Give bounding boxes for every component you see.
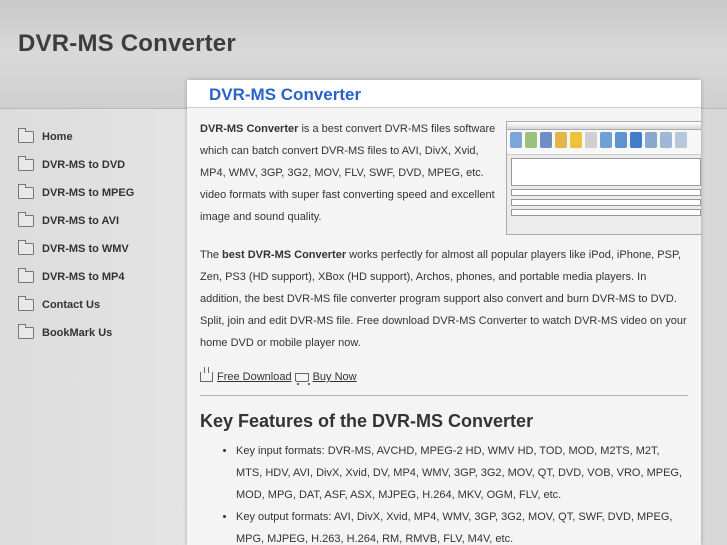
nav-item-bookmark-us[interactable]: BookMark Us <box>18 319 186 347</box>
nav-label: Home <box>42 131 73 143</box>
folder-icon <box>18 184 34 199</box>
content-heading: DVR-MS Converter <box>209 85 362 104</box>
toolbar-icon <box>510 132 522 148</box>
buy-now-link[interactable]: Buy Now <box>313 366 357 388</box>
toolbar-icon <box>615 132 627 148</box>
description-paragraph: The best DVR-MS Converter works perfectl… <box>200 244 688 354</box>
intro-bold: DVR-MS Converter <box>200 123 299 135</box>
screenshot-titlebar <box>507 122 701 130</box>
features-list: Key input formats: DVR-MS, AVCHD, MPEG-2… <box>200 440 688 545</box>
screenshot-field <box>511 209 701 216</box>
content-header: DVR-MS Converter <box>187 80 701 108</box>
divider <box>200 395 688 396</box>
nav-item-dvr-ms-to-dvd[interactable]: DVR-MS to DVD <box>18 151 186 179</box>
list-item: Key input formats: DVR-MS, AVCHD, MPEG-2… <box>236 440 688 506</box>
toolbar-icon <box>600 132 612 148</box>
main-content: DVR-MS Converter DVR-MS Converter is a b… <box>187 80 701 545</box>
folder-icon <box>18 128 34 143</box>
nav-label: DVR-MS to MP4 <box>42 271 125 283</box>
toolbar-icon <box>585 132 597 148</box>
article-body: DVR-MS Converter is a best convert DVR-M… <box>187 108 701 545</box>
nav-item-dvr-ms-to-avi[interactable]: DVR-MS to AVI <box>18 207 186 235</box>
toolbar-icon <box>630 132 642 148</box>
nav-label: DVR-MS to AVI <box>42 215 119 227</box>
nav-label: Contact Us <box>42 299 101 311</box>
nav-item-contact-us[interactable]: Contact Us <box>18 291 186 319</box>
nav-item-dvr-ms-to-wmv[interactable]: DVR-MS to WMV <box>18 235 186 263</box>
folder-icon <box>18 268 34 283</box>
sidebar-nav: Home DVR-MS to DVD DVR-MS to MPEG DVR-MS… <box>18 123 186 347</box>
cart-icon <box>294 372 310 385</box>
features-title: Key Features of the DVR-MS Converter <box>200 411 534 431</box>
toolbar-icon <box>660 132 672 148</box>
toolbar-icon <box>675 132 687 148</box>
action-links: Free Download Buy Now <box>200 366 688 388</box>
download-icon <box>200 367 213 382</box>
product-screenshot <box>506 121 701 235</box>
folder-icon <box>18 212 34 227</box>
free-download-link[interactable]: Free Download <box>217 366 292 388</box>
nav-label: DVR-MS to WMV <box>42 243 129 255</box>
toolbar-icon <box>540 132 552 148</box>
toolbar-icon <box>570 132 582 148</box>
intro-text: is a best convert DVR-MS files software … <box>200 123 496 223</box>
intro-section: DVR-MS Converter is a best convert DVR-M… <box>200 118 701 235</box>
p2-bold: best DVR-MS Converter <box>222 249 347 261</box>
screenshot-field <box>511 189 701 196</box>
screenshot-field <box>511 199 701 206</box>
nav-label: BookMark Us <box>42 327 113 339</box>
screenshot-toolbar <box>507 130 701 155</box>
folder-icon <box>18 156 34 171</box>
intro-paragraph: DVR-MS Converter is a best convert DVR-M… <box>200 118 505 228</box>
nav-item-dvr-ms-to-mp4[interactable]: DVR-MS to MP4 <box>18 263 186 291</box>
folder-icon <box>18 324 34 339</box>
nav-item-home[interactable]: Home <box>18 123 186 151</box>
screenshot-file-list <box>511 158 701 186</box>
toolbar-icon <box>525 132 537 148</box>
folder-icon <box>18 296 34 311</box>
toolbar-icon <box>555 132 567 148</box>
folder-icon <box>18 240 34 255</box>
list-item: Key output formats: AVI, DivX, Xvid, MP4… <box>236 506 688 545</box>
nav-label: DVR-MS to DVD <box>42 159 126 171</box>
nav-item-dvr-ms-to-mpeg[interactable]: DVR-MS to MPEG <box>18 179 186 207</box>
nav-label: DVR-MS to MPEG <box>42 187 135 199</box>
p2-text: works perfectly for almost all popular p… <box>200 249 687 349</box>
site-title: DVR-MS Converter <box>18 30 236 57</box>
toolbar-icon <box>645 132 657 148</box>
p2-prefix: The <box>200 249 223 261</box>
